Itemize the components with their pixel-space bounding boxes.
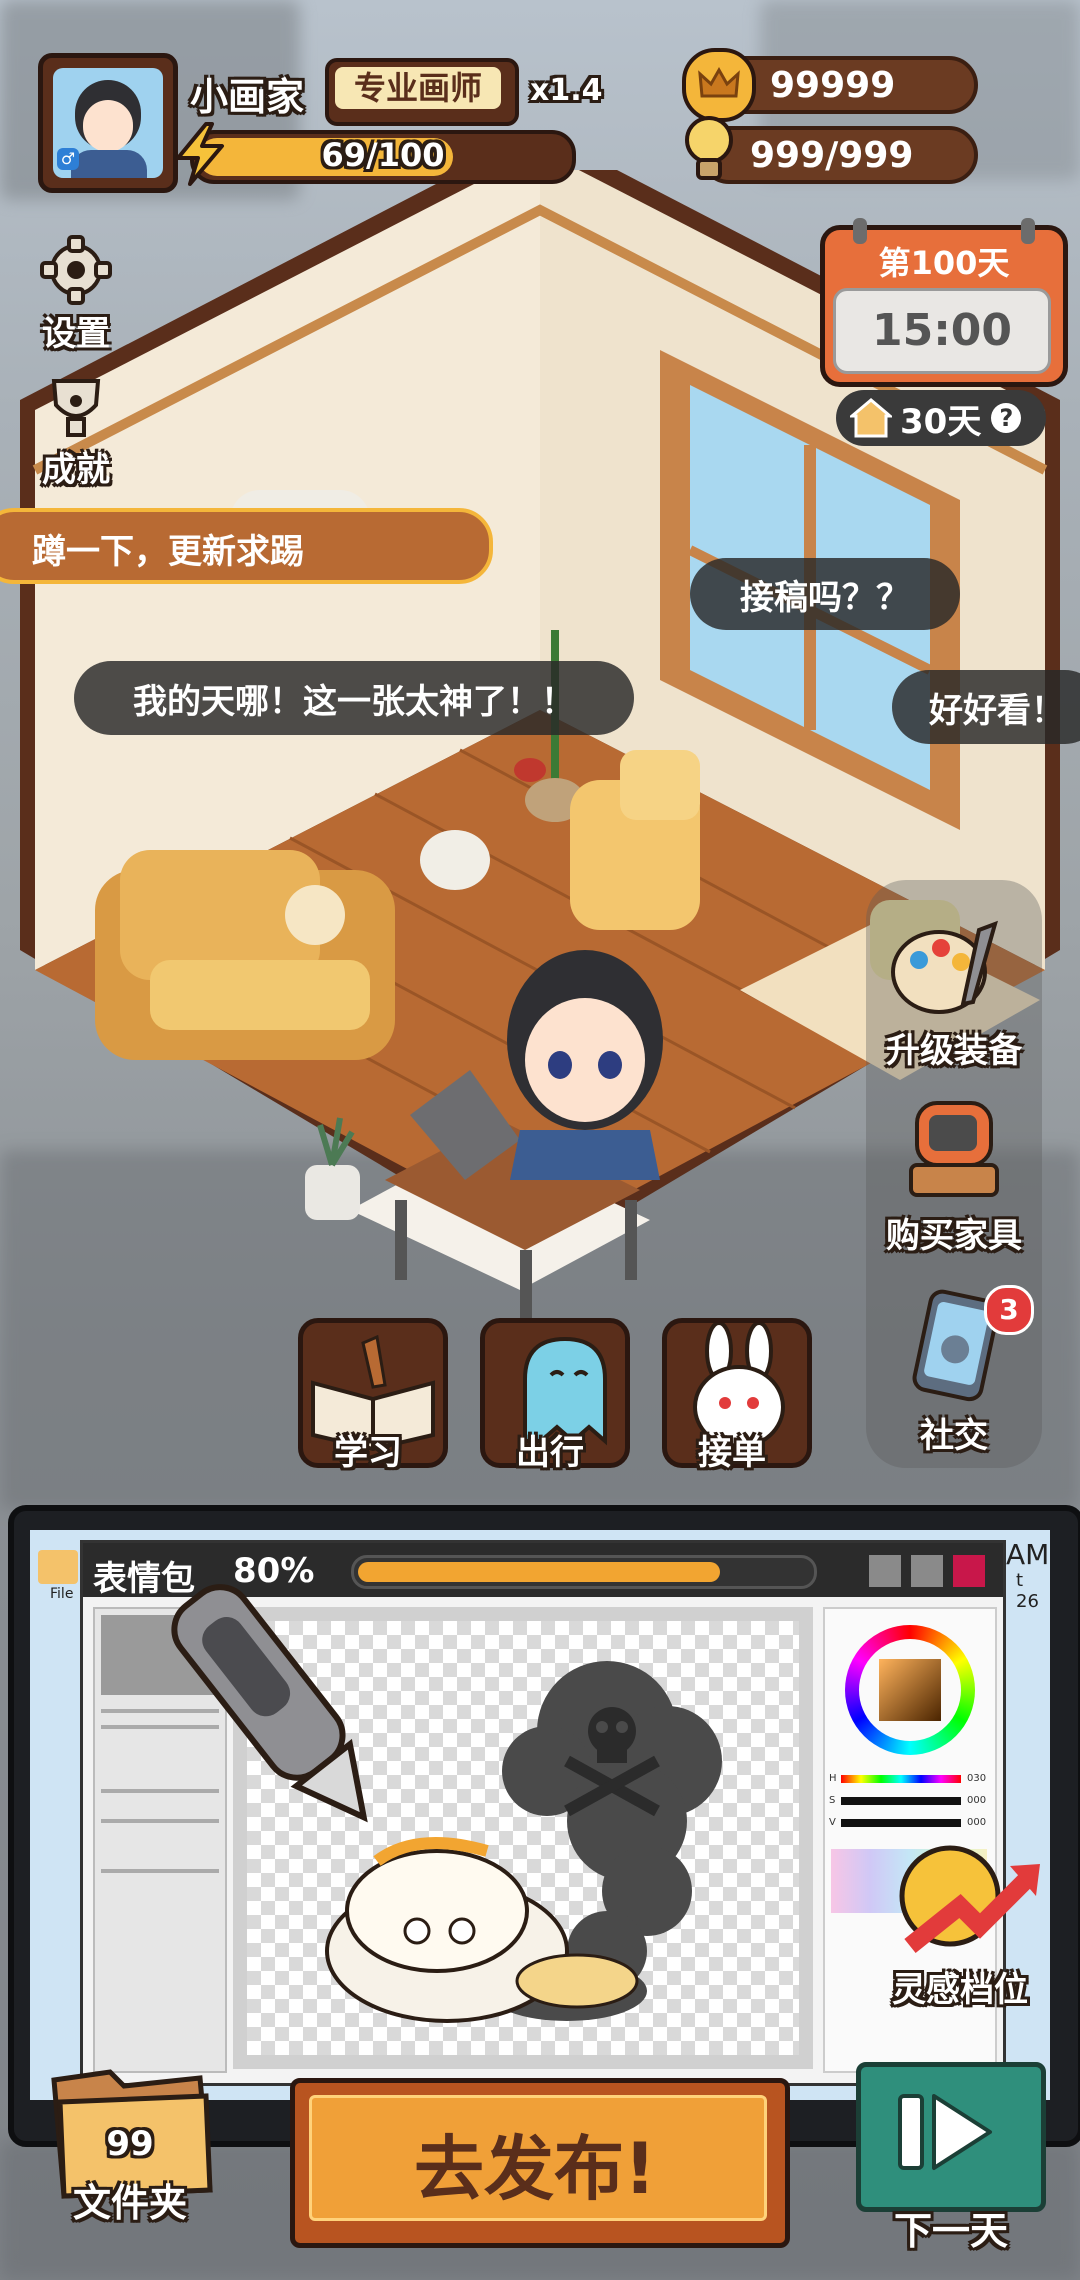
house-icon	[847, 398, 895, 438]
comment-bubble: 好好看！	[892, 670, 1080, 744]
gear-icon	[40, 235, 112, 305]
rent-days-badge[interactable]: 30天 ?	[836, 390, 1046, 446]
rent-days-text: 30天	[900, 401, 982, 442]
settings-label: 设置	[42, 314, 110, 354]
value-slider[interactable]	[841, 1819, 961, 1827]
next-day-button[interactable]: 下一天	[856, 2062, 1046, 2253]
lightbulb-icon	[682, 114, 736, 184]
buy-furniture-button[interactable]: 购买家具	[866, 1095, 1042, 1257]
travel-label: 出行	[516, 1433, 584, 1473]
update-banner: 蹲一下，更新求踢	[0, 508, 493, 584]
calendar-widget: 第100天 15:00	[820, 218, 1068, 387]
energy-text: 69/100	[321, 136, 445, 174]
achievements-button[interactable]: 成就	[28, 375, 124, 491]
settings-button[interactable]: 设置	[28, 235, 124, 355]
desktop-file-label: File	[50, 1586, 74, 1602]
palette-brush-icon	[891, 920, 998, 1014]
stylus-pen-icon	[171, 1584, 368, 1823]
close-button[interactable]	[953, 1555, 985, 1587]
date-partial: t 26	[1016, 1570, 1039, 1612]
inspiration-tier-button[interactable]: 灵感档位	[870, 1836, 1050, 2016]
drawing-progress-bar	[351, 1555, 817, 1589]
s-value: 000	[967, 1795, 987, 1806]
inspiration-tier-label: 灵感档位	[892, 1970, 1028, 2010]
study-label: 学习	[334, 1433, 402, 1473]
coin-value: 99999	[770, 64, 896, 106]
player-name: 小画家	[190, 75, 305, 119]
upgrade-label: 升级装备	[886, 1031, 1022, 1071]
furniture-label: 购买家具	[886, 1216, 1022, 1256]
trophy-icon	[51, 379, 101, 437]
maximize-button[interactable]	[911, 1555, 943, 1587]
avatar-frame[interactable]: ♂	[38, 53, 178, 193]
folder-icon	[38, 1550, 78, 1584]
time-display: 15:00	[833, 288, 1051, 374]
publish-button[interactable]: 去发布!	[290, 2078, 790, 2248]
next-day-label: 下一天	[893, 2209, 1008, 2253]
folder-button[interactable]: 99 文件夹	[40, 2060, 220, 2230]
multiplier: x1.4	[530, 73, 603, 108]
player-title: 专业画师	[335, 67, 501, 109]
tv-cabinet-icon	[909, 1101, 999, 1197]
banner-text: 蹲一下，更新求踢	[32, 532, 304, 572]
comment-bubble: 接稿吗？？	[690, 558, 960, 630]
crown-coin-icon	[682, 48, 756, 122]
v-value: 000	[967, 1817, 987, 1828]
lightbulb-arrow-icon	[899, 1845, 1040, 1954]
inspiration-value: 999/999	[750, 134, 914, 176]
achievements-label: 成就	[42, 450, 110, 490]
s-label: S	[829, 1795, 836, 1806]
clock-partial: AM	[1006, 1538, 1050, 1571]
day-label: 第100天	[878, 244, 1010, 282]
color-wheel[interactable]	[845, 1625, 975, 1755]
commission-label: 接单	[698, 1433, 766, 1473]
publish-label: 去发布!	[414, 2128, 656, 2210]
v-label: V	[829, 1817, 836, 1828]
folder-label: 文件夹	[72, 2181, 187, 2225]
player-title-badge: 专业画师	[325, 58, 519, 126]
upgrade-equipment-button[interactable]: 升级装备	[866, 910, 1042, 1072]
inspiration-counter: 999/999	[700, 126, 978, 184]
notification-badge: 3	[984, 1285, 1034, 1335]
comment-bubble: 我的天哪！这一张太神了！！	[74, 661, 634, 735]
folder-count: 99	[106, 2124, 154, 2164]
h-label: H	[829, 1773, 837, 1784]
minimize-button[interactable]	[869, 1555, 901, 1587]
h-value: 030	[967, 1773, 987, 1784]
skip-forward-icon	[898, 2094, 992, 2170]
lightning-icon	[172, 122, 228, 186]
energy-bar: 69/100	[190, 130, 576, 184]
saturation-slider[interactable]	[841, 1797, 961, 1805]
hue-slider[interactable]	[841, 1775, 961, 1783]
help-icon[interactable]: ?	[991, 403, 1022, 433]
male-gender-icon: ♂	[57, 148, 79, 170]
social-label: 社交	[920, 1416, 988, 1456]
avatar: ♂	[53, 68, 163, 178]
drawing-progress-fill	[358, 1562, 720, 1582]
social-button[interactable]: 社交 3	[866, 1285, 1042, 1457]
